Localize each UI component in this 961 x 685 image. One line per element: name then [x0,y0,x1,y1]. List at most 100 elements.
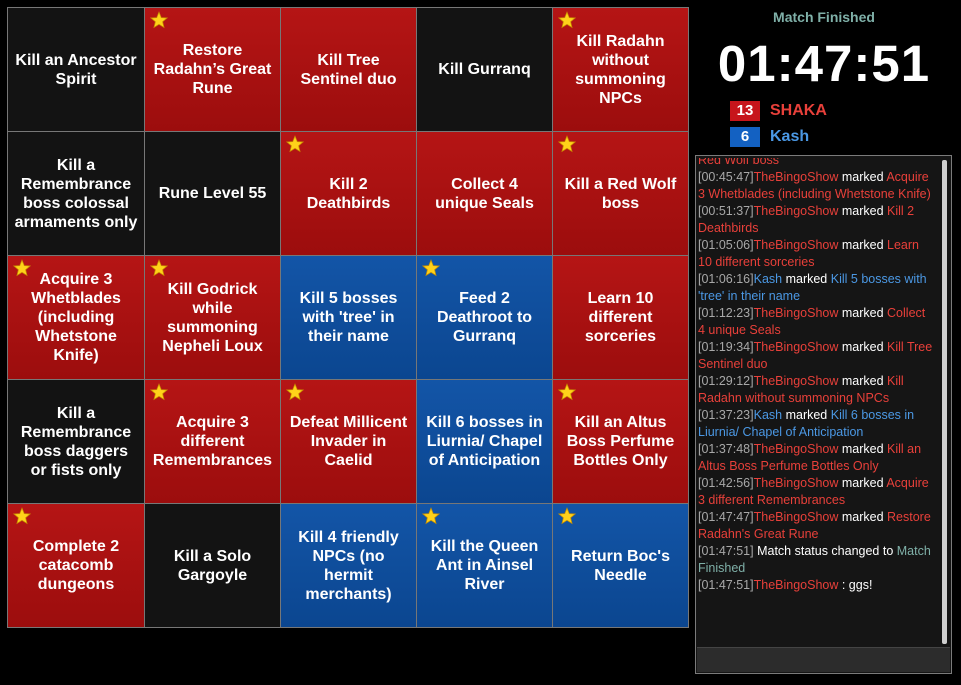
bingo-cell-label: Feed 2 Deathroot to Gurranq [436,290,533,345]
bingo-cell[interactable]: Kill the Queen Ant in Ainsel River [417,504,552,627]
bingo-cell-label: Kill Gurranq [438,61,531,78]
bingo-cell[interactable]: Acquire 3 different Remembrances [145,380,280,503]
star-icon [421,507,441,525]
log-timestamp: [01:29:12] [698,374,754,388]
log-timestamp: [01:19:34] [698,340,754,354]
log-entry: [01:37:23]Kash marked Kill 6 bosses in L… [698,407,934,441]
team-blue-score: 6 [730,127,760,147]
log-player: TheBingoShow [753,476,839,490]
bingo-cell-label: Kill 4 friendly NPCs (no hermit merchant… [298,528,399,603]
bingo-cell-label: Kill Radahn without summoning NPCs [575,32,666,107]
bingo-cell-label: Kill an Altus Boss Perfume Bottles Only [566,414,675,469]
bingo-cell[interactable]: Defeat Millicent Invader in Caelid [281,380,416,503]
log-entry: Red Wolf boss [698,158,934,169]
log-timestamp: [01:47:51] [698,544,754,558]
log-entry: [01:47:51] Match status changed to Match… [698,543,934,577]
chat-log[interactable]: Red Wolf boss [00:45:47]TheBingoShow mark… [695,155,952,674]
star-icon [285,383,305,401]
log-entry: [01:19:34]TheBingoShow marked Kill Tree … [698,339,934,373]
log-player: Kash [753,272,783,286]
log-entry: [01:12:23]TheBingoShow marked Collect 4 … [698,305,934,339]
chat-input[interactable] [697,647,950,672]
log-timestamp: [01:12:23] [698,306,754,320]
bingo-cell-label: Learn 10 different sorceries [584,290,657,345]
log-action: Match status changed to [753,544,897,558]
log-action: marked [782,272,831,286]
bingo-cell-label: Kill a Solo Gargoyle [173,547,252,584]
bingo-cell-label: Kill 6 bosses in Liurnia/ Chapel of Anti… [426,414,543,469]
log-action: : ggs! [838,578,873,592]
log-entry: [01:06:16]Kash marked Kill 5 bosses with… [698,271,934,305]
log-timestamp: [00:51:37] [698,204,754,218]
bingo-cell[interactable]: Kill a Remembrance boss colossal armamen… [8,132,144,255]
log-player: TheBingoShow [753,578,839,592]
bingo-cell[interactable]: Return Boc's Needle [553,504,688,627]
bingo-cell-label: Complete 2 catacomb dungeons [32,538,120,593]
bingo-cell[interactable]: Kill Godrick while summoning Nepheli Lou… [145,256,280,379]
bingo-cell-label: Kill a Remembrance boss daggers or fists… [20,404,132,479]
bingo-cell[interactable]: Kill a Solo Gargoyle [145,504,280,627]
bingo-cell-label: Kill the Queen Ant in Ainsel River [430,538,539,593]
log-action: marked [838,510,888,524]
team-red-name: SHAKA [770,102,827,119]
log-entry: [01:47:51]TheBingoShow : ggs! [698,577,934,594]
bingo-cell[interactable]: Feed 2 Deathroot to Gurranq [417,256,552,379]
bingo-cell-label: Collect 4 unique Seals [435,175,534,212]
bingo-cell[interactable]: Complete 2 catacomb dungeons [8,504,144,627]
log-action: marked [782,408,831,422]
bingo-cell[interactable]: Kill a Remembrance boss daggers or fists… [8,380,144,503]
log-entry: [01:05:06]TheBingoShow marked Learn 10 d… [698,237,934,271]
team-red-score: 13 [730,101,760,121]
log-action: marked [838,476,887,490]
bingo-cell-label: Return Boc's Needle [571,547,670,584]
bingo-cell[interactable]: Kill an Altus Boss Perfume Bottles Only [553,380,688,503]
star-icon [421,259,441,277]
bingo-board: Kill an Ancestor Spirit Restore Radahn’s … [7,7,689,628]
bingo-cell-label: Kill 2 Deathbirds [306,175,391,212]
bingo-cell[interactable]: Acquire 3 Whetblades (including Whetston… [8,256,144,379]
log-timestamp: [01:47:47] [698,510,754,524]
bingo-cell[interactable]: Kill an Ancestor Spirit [8,8,144,131]
log-player: TheBingoShow [753,238,839,252]
bingo-cell[interactable]: Kill a Red Wolf boss [553,132,688,255]
star-icon [149,383,169,401]
log-entry: [01:37:48]TheBingoShow marked Kill an Al… [698,441,934,475]
star-icon [557,507,577,525]
bingo-cell[interactable]: Learn 10 different sorceries [553,256,688,379]
bingo-cell-label: Acquire 3 Whetblades (including Whetston… [31,271,121,364]
bingo-cell[interactable]: Collect 4 unique Seals [417,132,552,255]
log-action: marked [838,170,887,184]
bingo-cell[interactable]: Kill Radahn without summoning NPCs [553,8,688,131]
log-timestamp: [01:42:56] [698,476,754,490]
bingo-cell[interactable]: Kill Tree Sentinel duo [281,8,416,131]
team-blue-name: Kash [770,128,810,145]
bingo-cell-label: Kill 5 bosses with 'tree' in their name [299,290,398,345]
bingo-cell[interactable]: Kill 4 friendly NPCs (no hermit merchant… [281,504,416,627]
bingo-cell-label: Kill a Remembrance boss colossal armamen… [14,156,138,231]
bingo-cell[interactable]: Kill 6 bosses in Liurnia/ Chapel of Anti… [417,380,552,503]
bingo-cell[interactable]: Kill 2 Deathbirds [281,132,416,255]
bingo-cell[interactable]: Kill 5 bosses with 'tree' in their name [281,256,416,379]
log-entry: [01:47:47]TheBingoShow marked Restore Ra… [698,509,934,543]
log-player: Kash [753,408,783,422]
log-timestamp: [01:47:51] [698,578,754,592]
team-blue: 6 Kash [730,127,809,147]
star-icon [285,135,305,153]
star-icon [149,259,169,277]
log-action: marked [838,204,888,218]
log-player: TheBingoShow [753,204,839,218]
bingo-cell[interactable]: Restore Radahn’s Great Rune [145,8,280,131]
bingo-cell-label: Defeat Millicent Invader in Caelid [289,414,408,469]
chat-log-scrollbar[interactable] [942,160,947,644]
bingo-cell[interactable]: Kill Gurranq [417,8,552,131]
bingo-cell-label: Acquire 3 different Remembrances [152,414,273,469]
star-icon [557,135,577,153]
bingo-cell[interactable]: Rune Level 55 [145,132,280,255]
log-player: TheBingoShow [753,306,839,320]
bingo-cell-label: Kill Godrick while summoning Nepheli Lou… [162,280,263,355]
log-timestamp: [01:37:23] [698,408,754,422]
log-action: marked [838,374,888,388]
log-player: TheBingoShow [753,510,839,524]
team-red: 13 SHAKA [730,101,827,121]
bingo-cell-label: Restore Radahn’s Great Rune [153,42,272,97]
